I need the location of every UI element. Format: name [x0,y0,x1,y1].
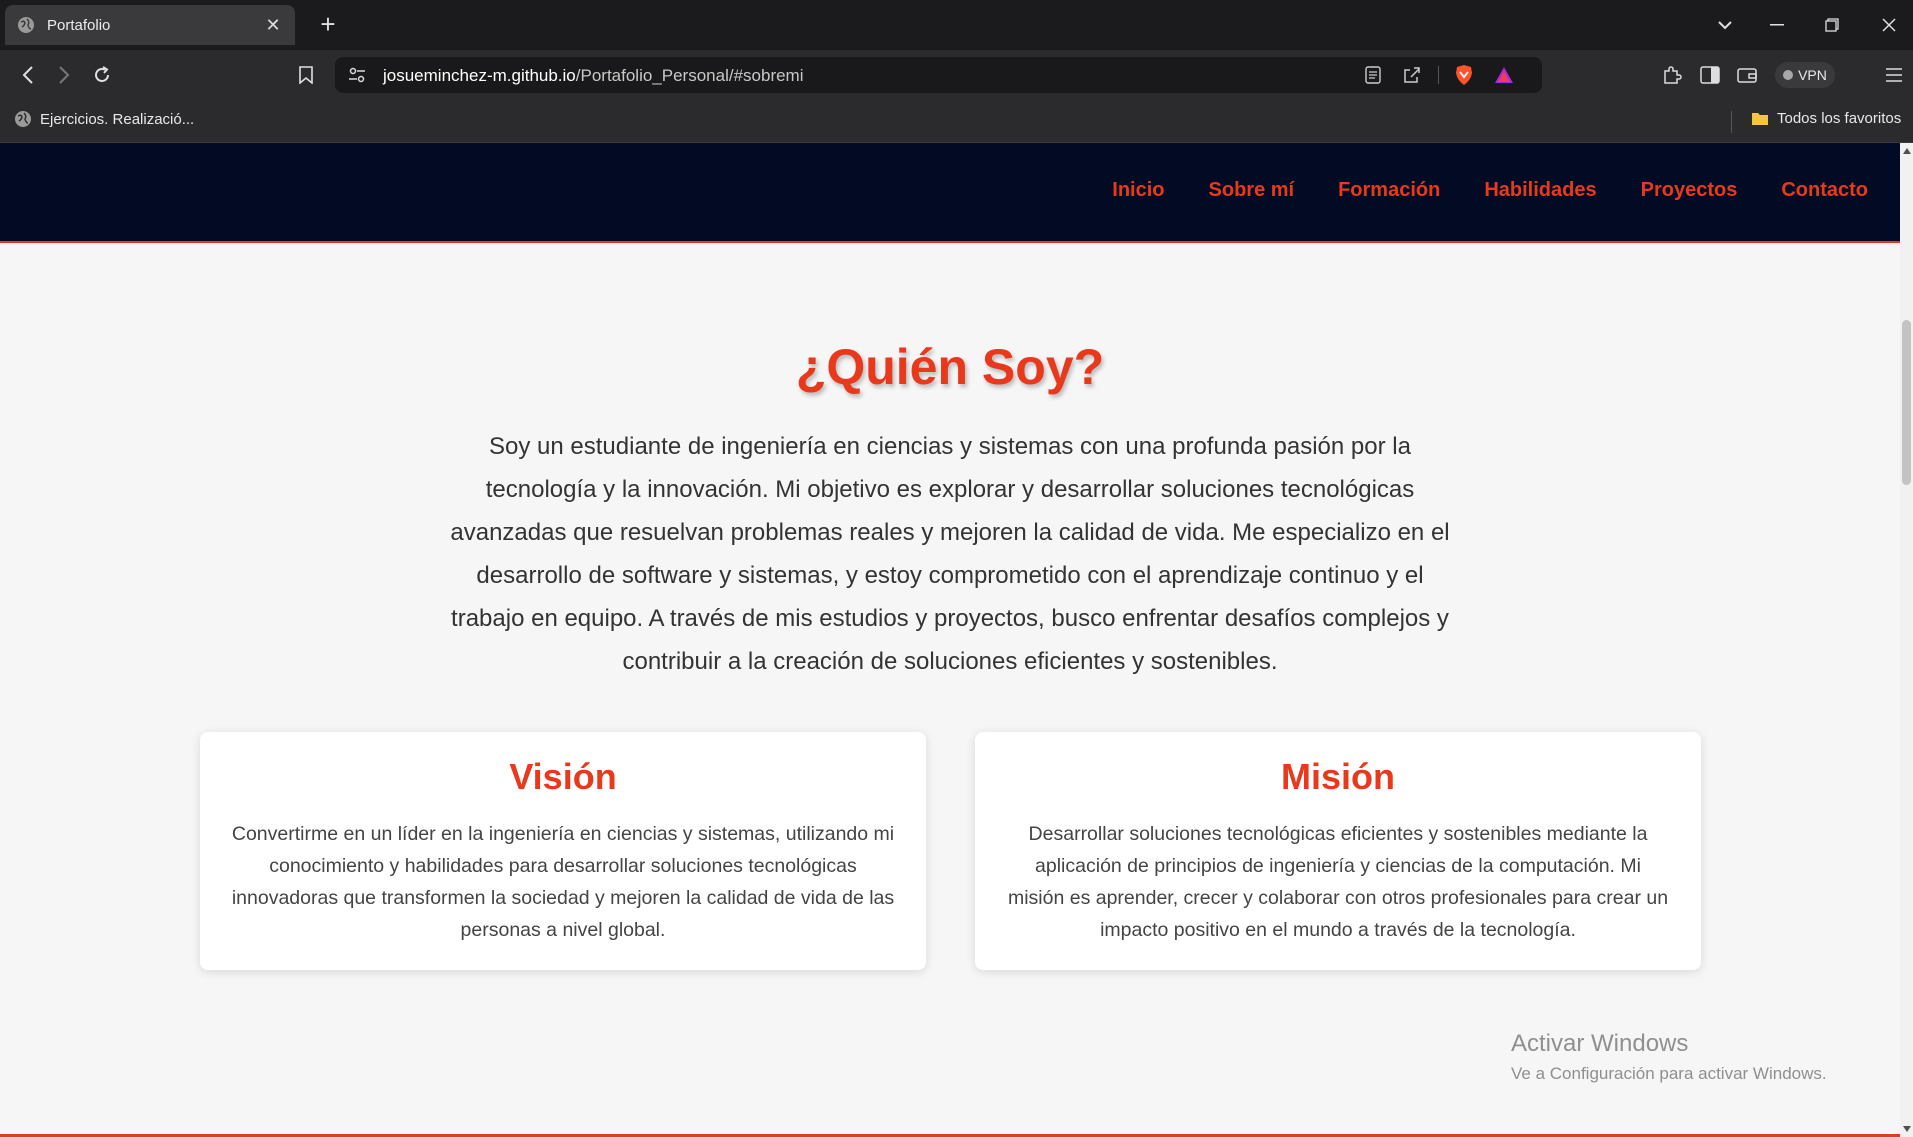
nav-link-contacto[interactable]: Contacto [1781,179,1868,202]
nav-link-formacion[interactable]: Formación [1338,179,1440,202]
share-icon[interactable] [1398,63,1426,87]
about-title: ¿Quién Soy? [795,339,1105,395]
url-divider [1438,66,1439,84]
url-host: josueminchez-m.github.io [383,66,576,85]
site-settings-icon[interactable] [343,63,371,87]
vpn-status-dot [1783,70,1794,80]
scrollbar-thumb[interactable] [1902,320,1911,485]
mission-title: Misión [1281,756,1395,797]
close-tab-icon[interactable]: ✕ [263,15,283,36]
folder-icon [1752,113,1768,125]
url-path: /Portafolio_Personal/#sobremi [575,66,804,85]
bookmark-icon[interactable] [290,60,322,90]
vision-card: Visión Convertirme en un líder en la ing… [200,732,926,970]
watermark-subtitle: Ve a Configuración para activar Windows. [1511,1064,1827,1083]
vpn-label: VPN [1798,67,1827,83]
all-favorites-label: Todos los favoritos [1777,110,1902,127]
back-arrow-icon[interactable] [12,60,44,90]
bookmark-item[interactable]: Ejercicios. Realizació... [14,110,194,128]
tab-search-chevron-icon[interactable] [1705,10,1745,40]
reload-icon[interactable] [86,60,118,90]
nav-link-inicio[interactable]: Inicio [1112,179,1164,202]
nav-link-habilidades[interactable]: Habilidades [1484,179,1596,202]
brave-shields-icon[interactable] [1450,63,1478,87]
menu-icon[interactable] [1880,62,1908,88]
browser-tab-bar: Portafolio ✕ + [0,0,1913,50]
forward-arrow-icon[interactable] [48,60,80,90]
site-navbar: Inicio Sobre mí Formación Habilidades Pr… [0,143,1900,243]
browser-tab[interactable]: Portafolio ✕ [5,5,295,45]
sidebar-icon[interactable] [1696,62,1724,88]
all-favorites-folder[interactable]: Todos los favoritos [1751,110,1901,127]
tab-title: Portafolio [47,16,111,34]
url-text: josueminchez-m.github.io/Portafolio_Pers… [383,66,804,86]
minimize-icon[interactable] [1757,10,1797,40]
vpn-button[interactable]: VPN [1775,62,1835,88]
address-bar[interactable]: josueminchez-m.github.io/Portafolio_Pers… [335,57,1542,93]
globe-icon [15,111,31,127]
close-window-icon[interactable] [1869,10,1909,40]
browser-toolbar: josueminchez-m.github.io/Portafolio_Pers… [0,50,1913,100]
bookmark-label: Ejercicios. Realizació... [40,110,195,128]
restore-icon[interactable] [1812,10,1852,40]
nav-link-sobre-mi[interactable]: Sobre mí [1209,179,1295,202]
extensions-icon[interactable] [1658,62,1686,88]
vision-title: Visión [509,756,617,797]
mission-card: Misión Desarrollar soluciones tecnológic… [975,732,1701,970]
nav-links: Inicio Sobre mí Formación Habilidades Pr… [1112,179,1868,202]
scroll-up-arrow-icon[interactable] [1903,148,1911,154]
watermark-title: Activar Windows [1511,1030,1689,1057]
about-intro: Soy un estudiante de ingeniería en cienc… [450,433,1450,675]
windows-activation-watermark: Activar Windows Ve a Configuración para … [1511,1030,1827,1084]
nav-link-proyectos[interactable]: Proyectos [1641,179,1738,202]
wallet-icon[interactable] [1733,62,1761,88]
mission-text: Desarrollar soluciones tecnológicas efic… [1007,823,1669,941]
vision-text: Convertirme en un líder en la ingeniería… [231,823,895,941]
new-tab-button[interactable]: + [313,10,343,40]
bookmarks-divider [1731,111,1732,133]
scroll-down-arrow-icon[interactable] [1903,1126,1911,1132]
globe-icon [18,17,34,33]
brave-rewards-icon[interactable] [1490,63,1518,87]
page-scrollbar[interactable] [1900,143,1913,1137]
reader-mode-icon[interactable] [1359,63,1387,87]
bookmarks-bar: Ejercicios. Realizació... Todos los favo… [0,100,1913,143]
